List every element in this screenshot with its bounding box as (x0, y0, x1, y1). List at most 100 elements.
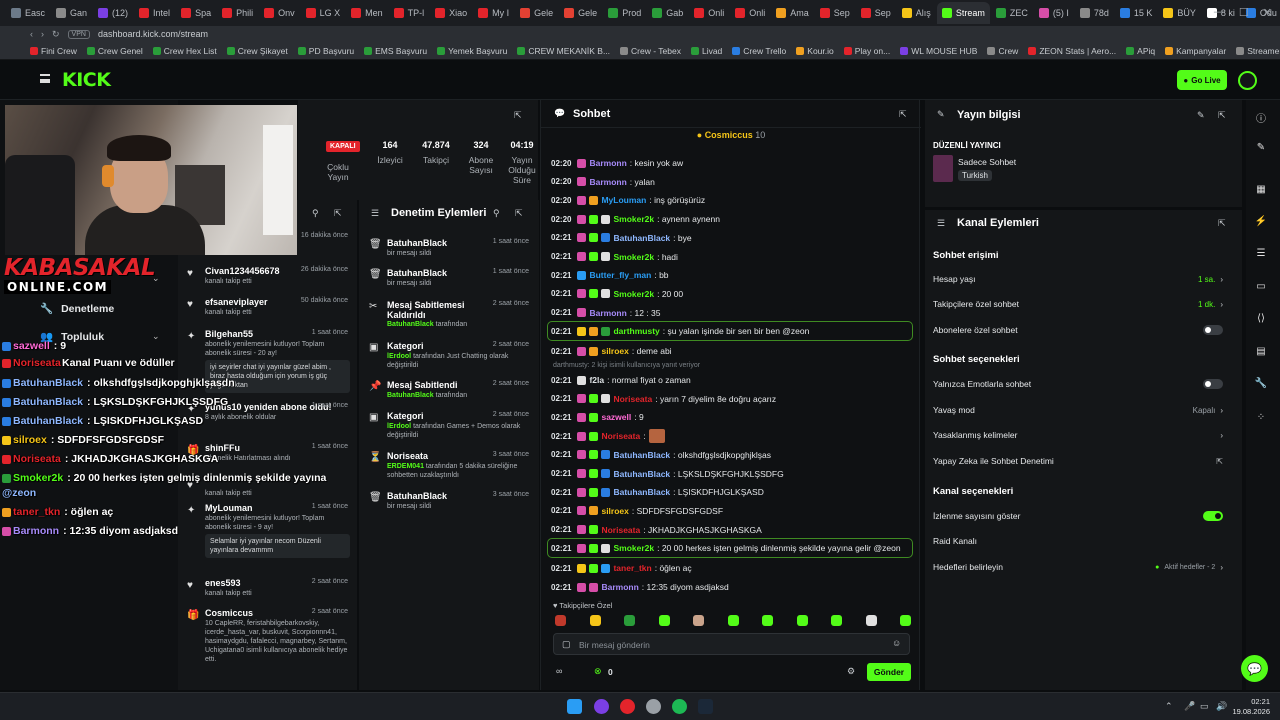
popout-icon[interactable]: ⇱ (515, 208, 523, 219)
go-live-button[interactable]: ● Go Live (1177, 70, 1227, 90)
slow-mode-setting[interactable]: Yavaş mod Kapalı › (933, 402, 1233, 418)
layout-icon[interactable]: ▦ (1254, 184, 1268, 198)
browser-tab[interactable]: TP-l (389, 2, 430, 24)
show-viewers-toggle[interactable] (1203, 511, 1223, 521)
message-user[interactable]: BatuhanBlack (613, 450, 670, 460)
chat-message[interactable]: 02:21 sazwell: 9 (551, 408, 913, 426)
bookmark-item[interactable]: Yemek Başvuru (437, 46, 507, 56)
dots-icon[interactable]: ⁘ (1254, 412, 1268, 426)
browser-tab[interactable]: (12) (93, 2, 133, 24)
chat-mode-icon[interactable]: ∞ (556, 666, 562, 676)
chat-message[interactable]: 02:21 Butter_fly_man: bb (551, 266, 913, 284)
chat-message[interactable]: 02:21 BatuhanBlack: LŞISKDFHJGLKŞASD (551, 483, 913, 501)
bookmark-item[interactable]: Crew Şikayet (226, 46, 288, 56)
calendar-icon[interactable]: ▤ (1254, 346, 1268, 360)
vpn-badge[interactable]: VPN (67, 29, 90, 39)
chat-message[interactable]: 02:21 BatuhanBlack: LŞKSLDŞKFGHJKLŞSDFG (551, 465, 913, 483)
chat-message[interactable]: 02:21 silroex: deme abi (551, 342, 913, 360)
browser-tab[interactable]: (5) I (1034, 2, 1074, 24)
menu-icon[interactable] (40, 74, 50, 83)
message-user[interactable]: Butter_fly_man (589, 270, 651, 280)
browser-tab[interactable]: Gab (647, 2, 688, 24)
chat-message[interactable]: 02:21 Noriseata: (551, 427, 913, 445)
maximize-icon[interactable]: ☐ (1239, 6, 1249, 19)
nav-item-rewards[interactable]: Kanal Puanı ve ödüller (62, 357, 175, 369)
category-name[interactable]: Sadece Sohbet (958, 157, 1016, 167)
message-user[interactable]: Smoker2k (613, 214, 654, 224)
message-user[interactable]: MyLouman (601, 195, 646, 205)
emote-icon[interactable] (796, 615, 808, 626)
account-age-setting[interactable]: Hesap yaşı 1 sa. › (933, 271, 1233, 287)
send-button[interactable]: Gönder (867, 663, 911, 681)
kick-logo[interactable]: KICK (62, 69, 111, 91)
chat-message[interactable]: 02:21 Barmonn: 12 : 35 (551, 304, 913, 322)
lightning-icon[interactable]: ⚡ (1254, 216, 1268, 230)
browser-tab[interactable]: Gele (515, 2, 558, 24)
info-icon[interactable]: ⓘ (1254, 110, 1268, 125)
browser-tab[interactable]: Sep (856, 2, 896, 24)
chat-message[interactable]: 02:21 Barmonn: 12:35 diyom asdjaksd (551, 578, 913, 596)
message-user[interactable]: BatuhanBlack (613, 469, 670, 479)
chat-message[interactable]: 02:21 Noriseata: JKHADJKGHASJKGHASKGA (551, 521, 913, 539)
tray-chevron-icon[interactable]: ⌃ (1165, 701, 1173, 712)
ai-moderation-setting[interactable]: Yapay Zeka ile Sohbet Denetimi ⇱ (933, 453, 1233, 469)
bookmark-item[interactable]: Crew - Tebex (620, 46, 681, 56)
browser-tab[interactable]: ZEC (991, 2, 1033, 24)
popout-icon[interactable]: ⇱ (514, 110, 522, 121)
browser-tab[interactable]: LG X (301, 2, 346, 24)
message-user[interactable]: Smoker2k (613, 289, 654, 299)
forward-icon[interactable]: › (41, 29, 44, 39)
opera-icon[interactable] (620, 699, 635, 714)
bookmark-item[interactable]: Kour.io (796, 46, 834, 56)
browser-tab[interactable]: Prod (603, 2, 646, 24)
message-user[interactable]: Barmonn (589, 308, 626, 318)
spotify-icon[interactable] (672, 699, 687, 714)
goals-setting[interactable]: Hedefleri belirleyin ● Aktif hedefler - 2 › (933, 559, 1233, 575)
browser-tab[interactable]: 78d (1075, 2, 1114, 24)
message-user[interactable]: sazwell (601, 412, 631, 422)
reload-icon[interactable]: ↻ (52, 29, 60, 40)
followers-chat-setting[interactable]: Takipçilere özel sohbet 1 dk. › (933, 296, 1233, 312)
browser-tab[interactable]: Spa (176, 2, 216, 24)
emote-icon[interactable] (693, 615, 704, 626)
steam-icon[interactable] (698, 699, 713, 714)
windows-start-icon[interactable] (567, 699, 582, 714)
bookmark-item[interactable]: Streamer Panel (1236, 46, 1280, 56)
emotes-only-toggle[interactable] (1203, 379, 1223, 389)
browser-tab[interactable]: My I (473, 2, 514, 24)
bookmark-item[interactable]: APiq (1126, 46, 1155, 56)
chat-message[interactable]: 02:21 Smoker2k: 20 00 (551, 285, 913, 303)
browser-tab[interactable]: Easc (6, 2, 50, 24)
minimize-icon[interactable]: — (1214, 6, 1225, 19)
message-user[interactable]: BatuhanBlack (613, 233, 670, 243)
emote-icon[interactable] (624, 615, 635, 626)
popout-icon[interactable]: ⇱ (1218, 218, 1226, 229)
popout-icon[interactable]: ⇱ (1218, 110, 1226, 121)
bookmark-item[interactable]: CREW MEKANİK B... (517, 46, 610, 56)
raid-channel-setting[interactable]: Raid Kanalı (933, 533, 1233, 549)
nav-item-denetleme[interactable]: 🔧 Denetleme (40, 302, 114, 316)
message-user[interactable]: darthmusty (613, 326, 659, 336)
chat-message[interactable]: 02:21 silroex: SDFDFSFGDSFGDSF (551, 502, 913, 520)
timer-icon[interactable]: ⊗ (594, 666, 602, 677)
bookmark-item[interactable]: Play on... (843, 46, 890, 56)
emote-icon[interactable] (658, 615, 670, 626)
message-user[interactable]: silroex (601, 506, 628, 516)
popout-icon[interactable]: ⇱ (899, 109, 907, 120)
bookmark-item[interactable]: Crew (987, 46, 1018, 56)
bookmark-item[interactable]: Livad (690, 46, 722, 56)
browser-tab[interactable]: Onli (689, 2, 729, 24)
emote-icon[interactable] (865, 615, 877, 626)
message-user[interactable]: Barmonn (601, 582, 638, 592)
browser-tab[interactable]: Men (346, 2, 388, 24)
back-icon[interactable]: ‹ (30, 29, 33, 39)
bookmark-item[interactable]: Kampanyalar (1165, 46, 1226, 56)
chat-message[interactable]: 02:21 BatuhanBlack: bye (551, 229, 913, 247)
message-user[interactable]: BatuhanBlack (613, 487, 670, 497)
message-user[interactable]: f2la (589, 375, 604, 385)
subs-chat-toggle[interactable] (1203, 325, 1223, 335)
chat-message[interactable]: 02:20 MyLouman: inş görüşürüz (551, 191, 913, 209)
browser-tab[interactable]: Sep (815, 2, 855, 24)
filter-icon[interactable]: ⚲ (312, 208, 319, 219)
chat-message[interactable]: 02:21 darthmusty: şu yalan işinde bir sen… (547, 321, 913, 342)
